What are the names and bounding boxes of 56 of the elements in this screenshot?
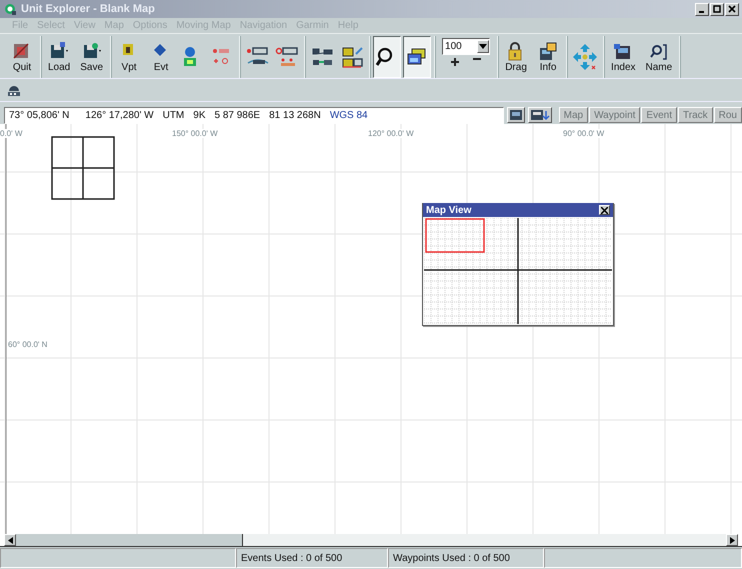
toolbar-button[interactable] <box>6 83 22 97</box>
close-icon <box>728 5 736 13</box>
close-button[interactable] <box>599 205 610 215</box>
scrollbar-thumb[interactable] <box>16 534 243 546</box>
maximize-icon <box>713 5 721 13</box>
minus-icon <box>472 57 482 61</box>
left-arrow-icon <box>8 536 12 544</box>
caret-icon <box>479 44 488 49</box>
toolbar-button[interactable]: Save <box>76 36 108 78</box>
northing-text: 81 13 268N <box>269 110 321 120</box>
coordinate-label: 120° 00.0' W <box>368 129 414 138</box>
monitor-icon <box>508 109 523 121</box>
toolbar-button[interactable] <box>403 36 432 78</box>
scroll-left-button[interactable] <box>4 534 16 546</box>
window-title: Unit Explorer - Blank Map <box>21 3 156 15</box>
close-icon <box>601 206 608 214</box>
layers-icon <box>340 46 364 68</box>
toolbar-button[interactable]: Evt <box>146 36 176 78</box>
toolbar-button[interactable]: Load <box>44 36 74 78</box>
latitude-text: 73° 05,806' N <box>9 110 70 120</box>
node-icon <box>310 46 334 68</box>
arrows-icon <box>572 43 598 71</box>
datum-text: WGS 84 <box>330 110 368 120</box>
download-icon <box>530 109 550 121</box>
toolbar-button[interactable]: Info <box>533 36 564 78</box>
window-icon <box>537 42 560 62</box>
zone-text: 9K <box>193 110 206 120</box>
maximize-button[interactable] <box>710 2 724 16</box>
route-icon <box>275 46 300 68</box>
easting-text: 5 87 986E <box>214 110 260 120</box>
zoom-in-button[interactable] <box>450 57 460 67</box>
plus-icon <box>450 57 460 67</box>
coordinate-label: 150° 00.0' W <box>172 129 218 138</box>
grid-text: UTM <box>162 110 184 120</box>
search-icon <box>648 42 670 62</box>
toolbar-button[interactable]: Name <box>642 36 676 78</box>
grid-overview-drawing <box>51 136 115 200</box>
window-title: Map View <box>426 204 472 216</box>
right-arrow-icon <box>730 536 734 544</box>
zoom-dropdown[interactable]: 100 <box>442 38 490 55</box>
status-text: Waypoints Used : 0 of 500 <box>388 548 544 568</box>
toolbar-button[interactable]: Vpt <box>114 36 144 78</box>
coordinate-label: 60° 00.0' N <box>8 340 48 349</box>
close-button[interactable] <box>725 2 739 16</box>
status-text: Events Used : 0 of 500 <box>236 548 388 568</box>
toolbar-button[interactable] <box>373 36 402 78</box>
globe-icon <box>3 2 17 16</box>
toolbar-button[interactable]: Index <box>607 36 640 78</box>
coordinate-label: 0.0' W <box>0 129 22 138</box>
toolbar-button[interactable]: Drag <box>501 36 532 78</box>
longitude-text: 126° 17,280' W <box>85 110 154 120</box>
coordinate-label: 90° 00.0' W <box>563 129 604 138</box>
scroll-right-button[interactable] <box>726 534 738 546</box>
minimize-button[interactable] <box>695 2 709 16</box>
toolbar-button[interactable]: Quit <box>7 36 37 78</box>
dome-icon <box>6 83 22 97</box>
